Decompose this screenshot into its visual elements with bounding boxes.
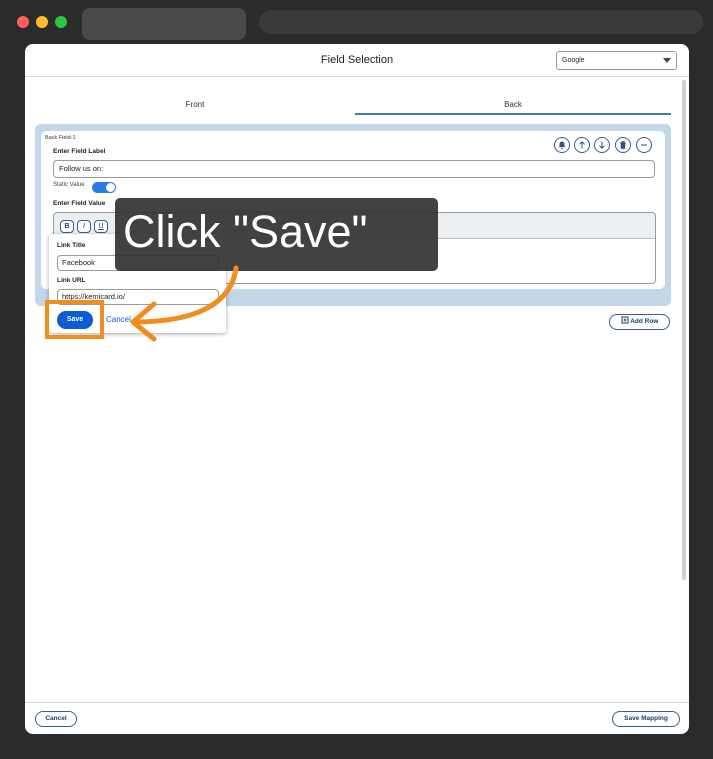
footer-divider	[25, 702, 689, 703]
static-value-toggle[interactable]	[92, 182, 116, 193]
minimize-window-button[interactable]	[36, 16, 48, 28]
instruction-callout: Click "Save"	[115, 198, 438, 271]
save-highlight-box	[45, 300, 104, 339]
field-label-heading: Enter Field Label	[53, 148, 106, 155]
chevron-down-icon	[663, 58, 671, 63]
italic-button[interactable]: I	[77, 220, 91, 233]
link-title-label: Link Title	[57, 242, 86, 249]
add-row-label: Add Row	[630, 318, 659, 325]
active-tab-indicator	[355, 113, 671, 115]
toggle-knob	[106, 183, 115, 192]
bell-icon[interactable]	[554, 137, 570, 153]
tab-front[interactable]: Front	[35, 100, 355, 109]
close-window-button[interactable]	[17, 16, 29, 28]
window-titlebar	[0, 0, 713, 44]
add-row-icon	[621, 316, 629, 324]
underline-button[interactable]: U	[94, 220, 108, 233]
tab-back[interactable]: Back	[355, 100, 671, 109]
cancel-link-button[interactable]: Cancel	[106, 315, 131, 324]
field-value-heading: Enter Field Value	[53, 200, 106, 207]
minus-icon[interactable]	[636, 137, 652, 153]
add-row-button[interactable]: Add Row	[609, 314, 670, 330]
field-section-title: Back Field-1	[45, 135, 76, 141]
trash-icon[interactable]	[615, 137, 631, 153]
maximize-window-button[interactable]	[55, 16, 67, 28]
link-url-label: Link URL	[57, 277, 86, 284]
scrollbar[interactable]	[682, 80, 686, 580]
field-label-input[interactable]: Follow us on:	[53, 160, 655, 178]
field-selection-modal: Field Selection Google Front Back Back F…	[25, 44, 689, 734]
browser-tab[interactable]	[82, 8, 246, 40]
arrow-up-icon[interactable]	[574, 137, 590, 153]
static-value-label: Static Value	[53, 182, 85, 188]
save-mapping-button[interactable]: Save Mapping	[612, 711, 680, 727]
bold-button[interactable]: B	[60, 220, 74, 233]
modal-header: Field Selection Google	[25, 44, 689, 77]
provider-select[interactable]: Google	[556, 51, 677, 70]
provider-select-value: Google	[562, 57, 585, 64]
footer-cancel-button[interactable]: Cancel	[35, 711, 77, 727]
address-bar[interactable]	[259, 10, 703, 34]
arrow-down-icon[interactable]	[594, 137, 610, 153]
